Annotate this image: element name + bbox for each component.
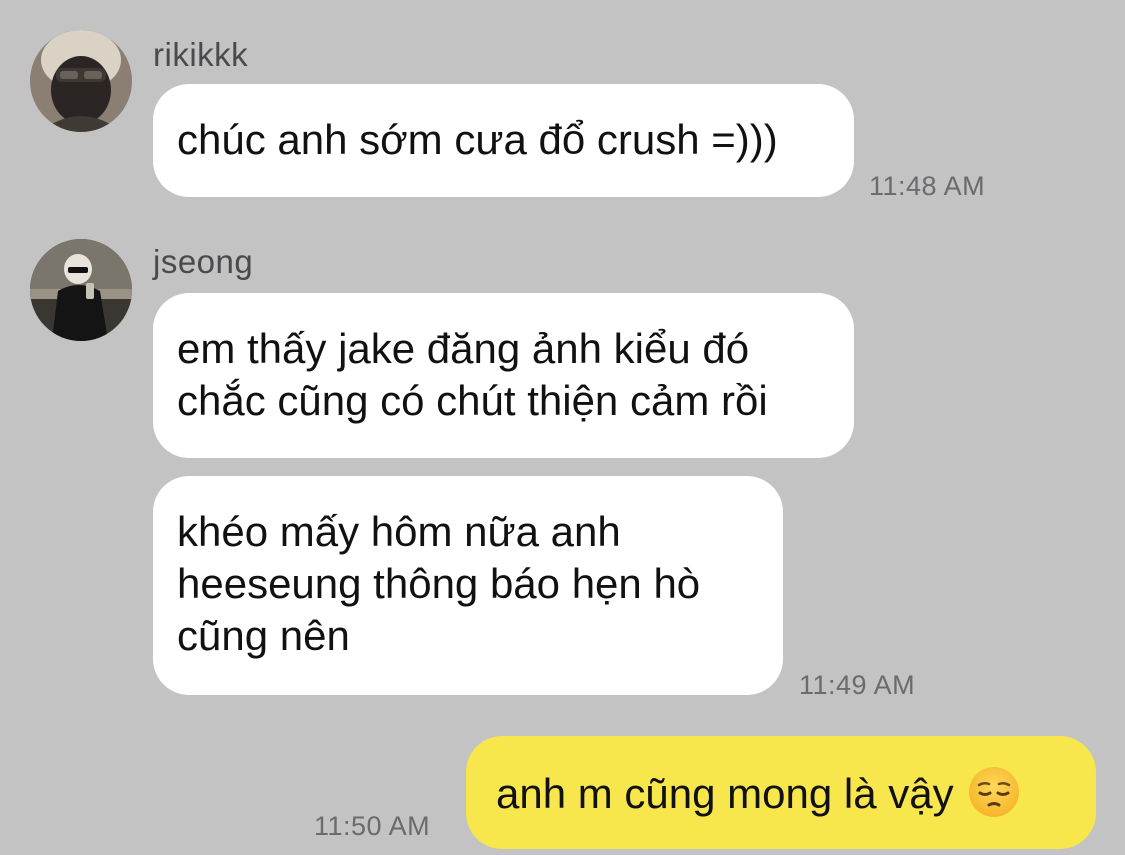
avatar-rikikkk-image (30, 30, 132, 132)
sender-name: rikikkk (153, 36, 249, 73)
message-text-line: chắc cũng có chút thiện cảm rồi (177, 377, 768, 424)
message-bubble[interactable]: chúc anh sớm cưa đổ crush =))) (153, 84, 854, 197)
avatar-jseong[interactable] (30, 239, 132, 341)
message-text-line: em thấy jake đăng ảnh kiểu đó (177, 325, 750, 372)
message-text-line: cũng nên (177, 612, 350, 659)
pensive-face-icon (968, 766, 1020, 830)
avatar-jseong-image (30, 239, 132, 341)
message-text: anh m cũng mong là vậy (496, 770, 954, 817)
message-bubble[interactable]: em thấy jake đăng ảnh kiểu đó chắc cũng … (153, 293, 854, 458)
message-timestamp: 11:50 AM (314, 811, 431, 841)
message-text: chúc anh sớm cưa đổ crush =))) (177, 116, 778, 163)
sender-name: jseong (153, 243, 254, 280)
message-timestamp: 11:49 AM (799, 670, 916, 700)
message-text-line: heeseung thông báo hẹn hò (177, 560, 701, 607)
message-timestamp: 11:48 AM (869, 171, 986, 201)
chat-view[interactable]: rikikkk chúc anh sớm cưa đổ crush =))) 1… (0, 0, 1125, 855)
message-bubble[interactable]: khéo mấy hôm nữa anh heeseung thông báo … (153, 476, 783, 695)
message-text-line: khéo mấy hôm nữa anh (177, 508, 621, 555)
message-bubble-outgoing[interactable]: anh m cũng mong là vậy (466, 736, 1096, 849)
avatar-rikikkk[interactable] (30, 30, 132, 132)
